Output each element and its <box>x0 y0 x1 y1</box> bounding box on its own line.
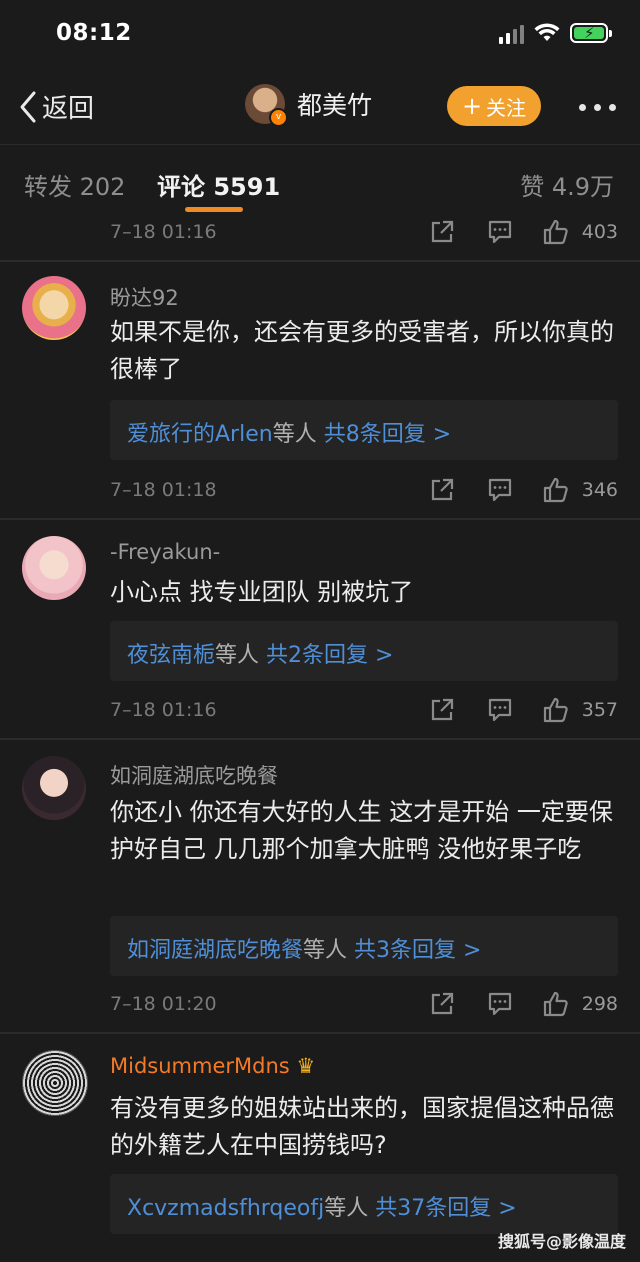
status-time: 08:12 <box>56 20 132 46</box>
reply-users[interactable]: Xcvzmadsfhrqeofj <box>127 1196 324 1221</box>
reply-count[interactable]: 共3条回复 > <box>354 938 481 963</box>
tab-reposts[interactable]: 转发 202 <box>24 167 125 202</box>
nav-bar: 返回 v 都美竹 + 关注 <box>0 70 640 144</box>
comment-icon[interactable] <box>486 218 514 246</box>
reply-mid: 等人 <box>324 1196 369 1221</box>
author-name[interactable]: 都美竹 <box>297 86 372 122</box>
reply-preview[interactable]: Xcvzmadsfhrqeofj等人 共37条回复 > <box>110 1174 618 1234</box>
reply-count[interactable]: 共2条回复 > <box>266 643 393 668</box>
avatar[interactable] <box>22 1050 88 1116</box>
comment-meta: 7–18 01:20 298 <box>110 990 620 1022</box>
commenter-name[interactable]: -Freyakun- <box>110 540 220 564</box>
tab-bar: 转发 202 评论 5591 赞 4.9万 <box>0 144 640 219</box>
share-icon[interactable] <box>428 990 456 1018</box>
commenter-name[interactable]: 盼达92 <box>110 282 179 312</box>
follow-label: 关注 <box>486 95 527 120</box>
status-icons: ⚡ <box>499 22 612 44</box>
status-bar: 08:12 ⚡ <box>0 0 640 70</box>
reply-preview[interactable]: 如洞庭湖底吃晚餐等人 共3条回复 > <box>110 916 618 976</box>
comment-text: 如果不是你，还会有更多的受害者，所以你真的很棒了 <box>110 318 614 383</box>
commenter-name[interactable]: 如洞庭湖底吃晚餐 <box>110 760 278 790</box>
avatar[interactable] <box>22 756 86 820</box>
divider <box>0 518 640 520</box>
comment-date: 7–18 01:16 <box>110 221 217 243</box>
thumbs-up-icon[interactable] <box>542 990 570 1018</box>
like-count: 403 <box>581 221 618 243</box>
comment-date: 7–18 01:20 <box>110 993 217 1015</box>
thumbs-up-icon[interactable] <box>542 696 570 724</box>
back-label: 返回 <box>42 94 95 124</box>
chevron-left-icon <box>20 91 36 122</box>
follow-button[interactable]: + 关注 <box>447 86 541 126</box>
signal-icon <box>499 22 524 44</box>
avatar[interactable] <box>22 536 86 600</box>
reply-count[interactable]: 共8条回复 > <box>324 422 451 447</box>
thumbs-up-icon[interactable] <box>542 218 570 246</box>
reply-preview[interactable]: 夜弦南栀等人 共2条回复 > <box>110 621 618 681</box>
like-count: 357 <box>581 699 618 721</box>
comment-icon[interactable] <box>486 476 514 504</box>
divider <box>0 738 640 740</box>
like-count: 298 <box>581 993 618 1015</box>
reply-mid: 等人 <box>215 643 260 668</box>
comment-meta: 7–18 01:16 357 <box>110 696 620 728</box>
comment-text: 你还小 你还有大好的人生 这才是开始 一定要保护好自己 几几那个加拿大脏鸭 没他… <box>110 798 613 863</box>
reply-mid: 等人 <box>303 938 348 963</box>
verified-badge-icon: v <box>269 108 288 127</box>
divider <box>0 260 640 262</box>
comment-feed[interactable]: 7–18 01:16 403 盼达92 如果不是你，还会有更多的受害者，所以你真… <box>0 218 640 1262</box>
comment-text: 小心点 找专业团队 别被坑了 <box>110 578 414 606</box>
comment-date: 7–18 01:18 <box>110 479 217 501</box>
share-icon[interactable] <box>428 696 456 724</box>
wifi-icon <box>534 23 560 41</box>
more-icon[interactable] <box>579 104 616 111</box>
share-icon[interactable] <box>428 218 456 246</box>
commenter-name[interactable]: MidsummerMdns ♛ <box>110 1054 315 1078</box>
thumbs-up-icon[interactable] <box>542 476 570 504</box>
reply-mid: 等人 <box>272 422 317 447</box>
plus-icon: + <box>461 92 483 120</box>
tab-likes[interactable]: 赞 4.9万 <box>520 167 614 202</box>
reply-users[interactable]: 爱旅行的Arlen <box>127 422 273 447</box>
battery-icon: ⚡ <box>570 23 612 43</box>
back-button[interactable]: 返回 <box>18 88 94 125</box>
comment-icon[interactable] <box>486 696 514 724</box>
reply-users[interactable]: 夜弦南栀 <box>127 643 215 668</box>
comment-icon[interactable] <box>486 990 514 1018</box>
share-icon[interactable] <box>428 476 456 504</box>
like-count: 346 <box>581 479 618 501</box>
reply-count[interactable]: 共37条回复 > <box>375 1196 516 1221</box>
comment-meta: 7–18 01:16 403 <box>110 218 620 250</box>
tab-comments[interactable]: 评论 5591 <box>157 167 280 202</box>
comment-text: 有没有更多的姐妹站出来的，国家提倡这种品德的外籍艺人在中国捞钱吗? <box>110 1094 614 1159</box>
comment-meta: 7–18 01:18 346 <box>110 476 620 508</box>
reply-users[interactable]: 如洞庭湖底吃晚餐 <box>127 938 303 963</box>
comment-date: 7–18 01:16 <box>110 699 217 721</box>
tab-indicator <box>185 207 243 212</box>
avatar[interactable] <box>22 276 86 340</box>
watermark: 搜狐号@影像温度 <box>497 1232 626 1251</box>
reply-preview[interactable]: 爱旅行的Arlen等人 共8条回复 > <box>110 400 618 460</box>
crown-icon: ♛ <box>296 1054 316 1078</box>
avatar[interactable]: v <box>245 84 288 127</box>
post-author[interactable]: v 都美竹 <box>245 84 372 127</box>
divider <box>0 1032 640 1034</box>
